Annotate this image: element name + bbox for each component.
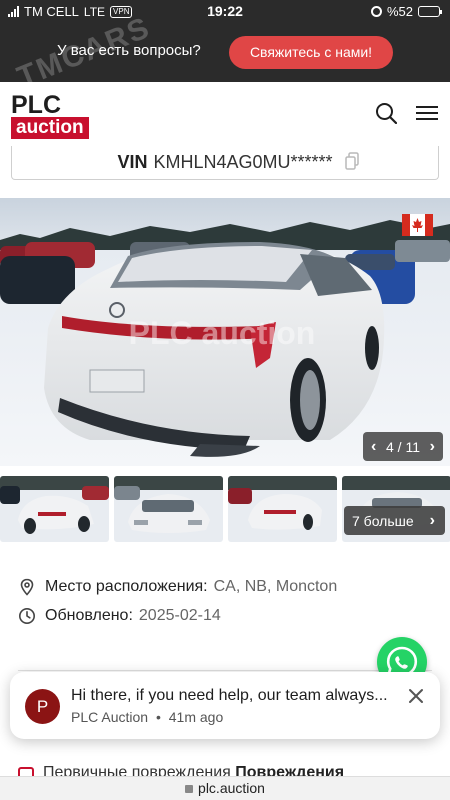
more-photos-button[interactable]: 7 больше ›	[344, 506, 445, 535]
chat-time: 41m ago	[168, 709, 224, 725]
main-car-photo[interactable]: PLC auction	[0, 198, 450, 466]
vin-line: VIN KMHLN4AG0MU******	[12, 152, 438, 173]
copy-icon[interactable]	[345, 152, 359, 170]
vin-label: VIN	[117, 152, 148, 172]
updated-value: 2025-02-14	[138, 607, 221, 624]
orientation-lock-icon	[370, 6, 382, 17]
browser-url-bar[interactable]: plc.auction	[0, 776, 450, 800]
site-header: PLC auction	[0, 82, 450, 148]
location-row: Место расположения: CA, NB, Moncton	[18, 578, 337, 596]
contact-us-button[interactable]: Свяжитесь с нами!	[229, 36, 393, 69]
chat-message-text: Hi there, if you need help, our team alw…	[71, 687, 388, 704]
url-text: plc.auction	[198, 780, 265, 796]
updated-row: Обновлено: 2025-02-14	[18, 607, 221, 625]
thumbnail-3[interactable]	[228, 476, 337, 542]
plc-auction-logo[interactable]: PLC auction	[11, 91, 89, 139]
chat-separator: •	[155, 709, 161, 725]
vin-box: VIN KMHLN4AG0MU******	[11, 146, 439, 180]
thumbnail-2[interactable]	[114, 476, 223, 542]
clock-icon	[19, 608, 35, 624]
battery-percent: %52	[386, 4, 413, 19]
location-pin-icon	[20, 578, 34, 596]
location-label: Место расположения:	[45, 578, 208, 595]
chevron-right-icon: ›	[429, 511, 435, 529]
avatar: P	[25, 689, 60, 724]
location-value: CA, NB, Moncton	[213, 578, 338, 595]
vin-value: KMHLN4AG0MU******	[153, 152, 333, 172]
more-photos-text: 7 больше	[352, 512, 414, 529]
car-photo-image: PLC auction	[0, 198, 450, 466]
close-icon[interactable]	[408, 688, 424, 704]
updated-label: Обновлено:	[45, 607, 133, 624]
logo-auction-text: auction	[11, 117, 89, 139]
chat-notification[interactable]: P Hi there, if you need help, our team a…	[10, 672, 440, 739]
logo-plc-text: PLC	[11, 91, 61, 119]
battery-icon	[418, 6, 442, 17]
photo-counter-text: 4 / 11	[386, 438, 420, 455]
next-photo-icon[interactable]: ›	[430, 438, 435, 456]
status-right: %52	[370, 4, 442, 19]
lock-icon	[185, 785, 194, 793]
questions-text: У вас есть вопросы?	[57, 42, 201, 59]
thumbnail-1[interactable]	[0, 476, 109, 542]
page: TM CELL LTE VPN 19:22 %52 TMCARS У вас е…	[0, 0, 450, 800]
photo-counter: ‹ 4 / 11 ›	[363, 432, 443, 461]
prev-photo-icon[interactable]: ‹	[371, 438, 376, 456]
search-icon[interactable]	[375, 102, 397, 124]
questions-banner: TMCARS У вас есть вопросы? Свяжитесь с н…	[0, 11, 450, 94]
chat-meta: PLC Auction • 41m ago	[71, 709, 223, 725]
photo-watermark: PLC auction	[129, 315, 316, 351]
hamburger-menu-icon[interactable]	[416, 106, 438, 120]
section-divider	[18, 670, 432, 671]
canada-flag-icon	[402, 214, 433, 236]
chat-sender: PLC Auction	[71, 709, 149, 725]
status-bar: TM CELL LTE VPN 19:22 %52	[0, 0, 450, 22]
